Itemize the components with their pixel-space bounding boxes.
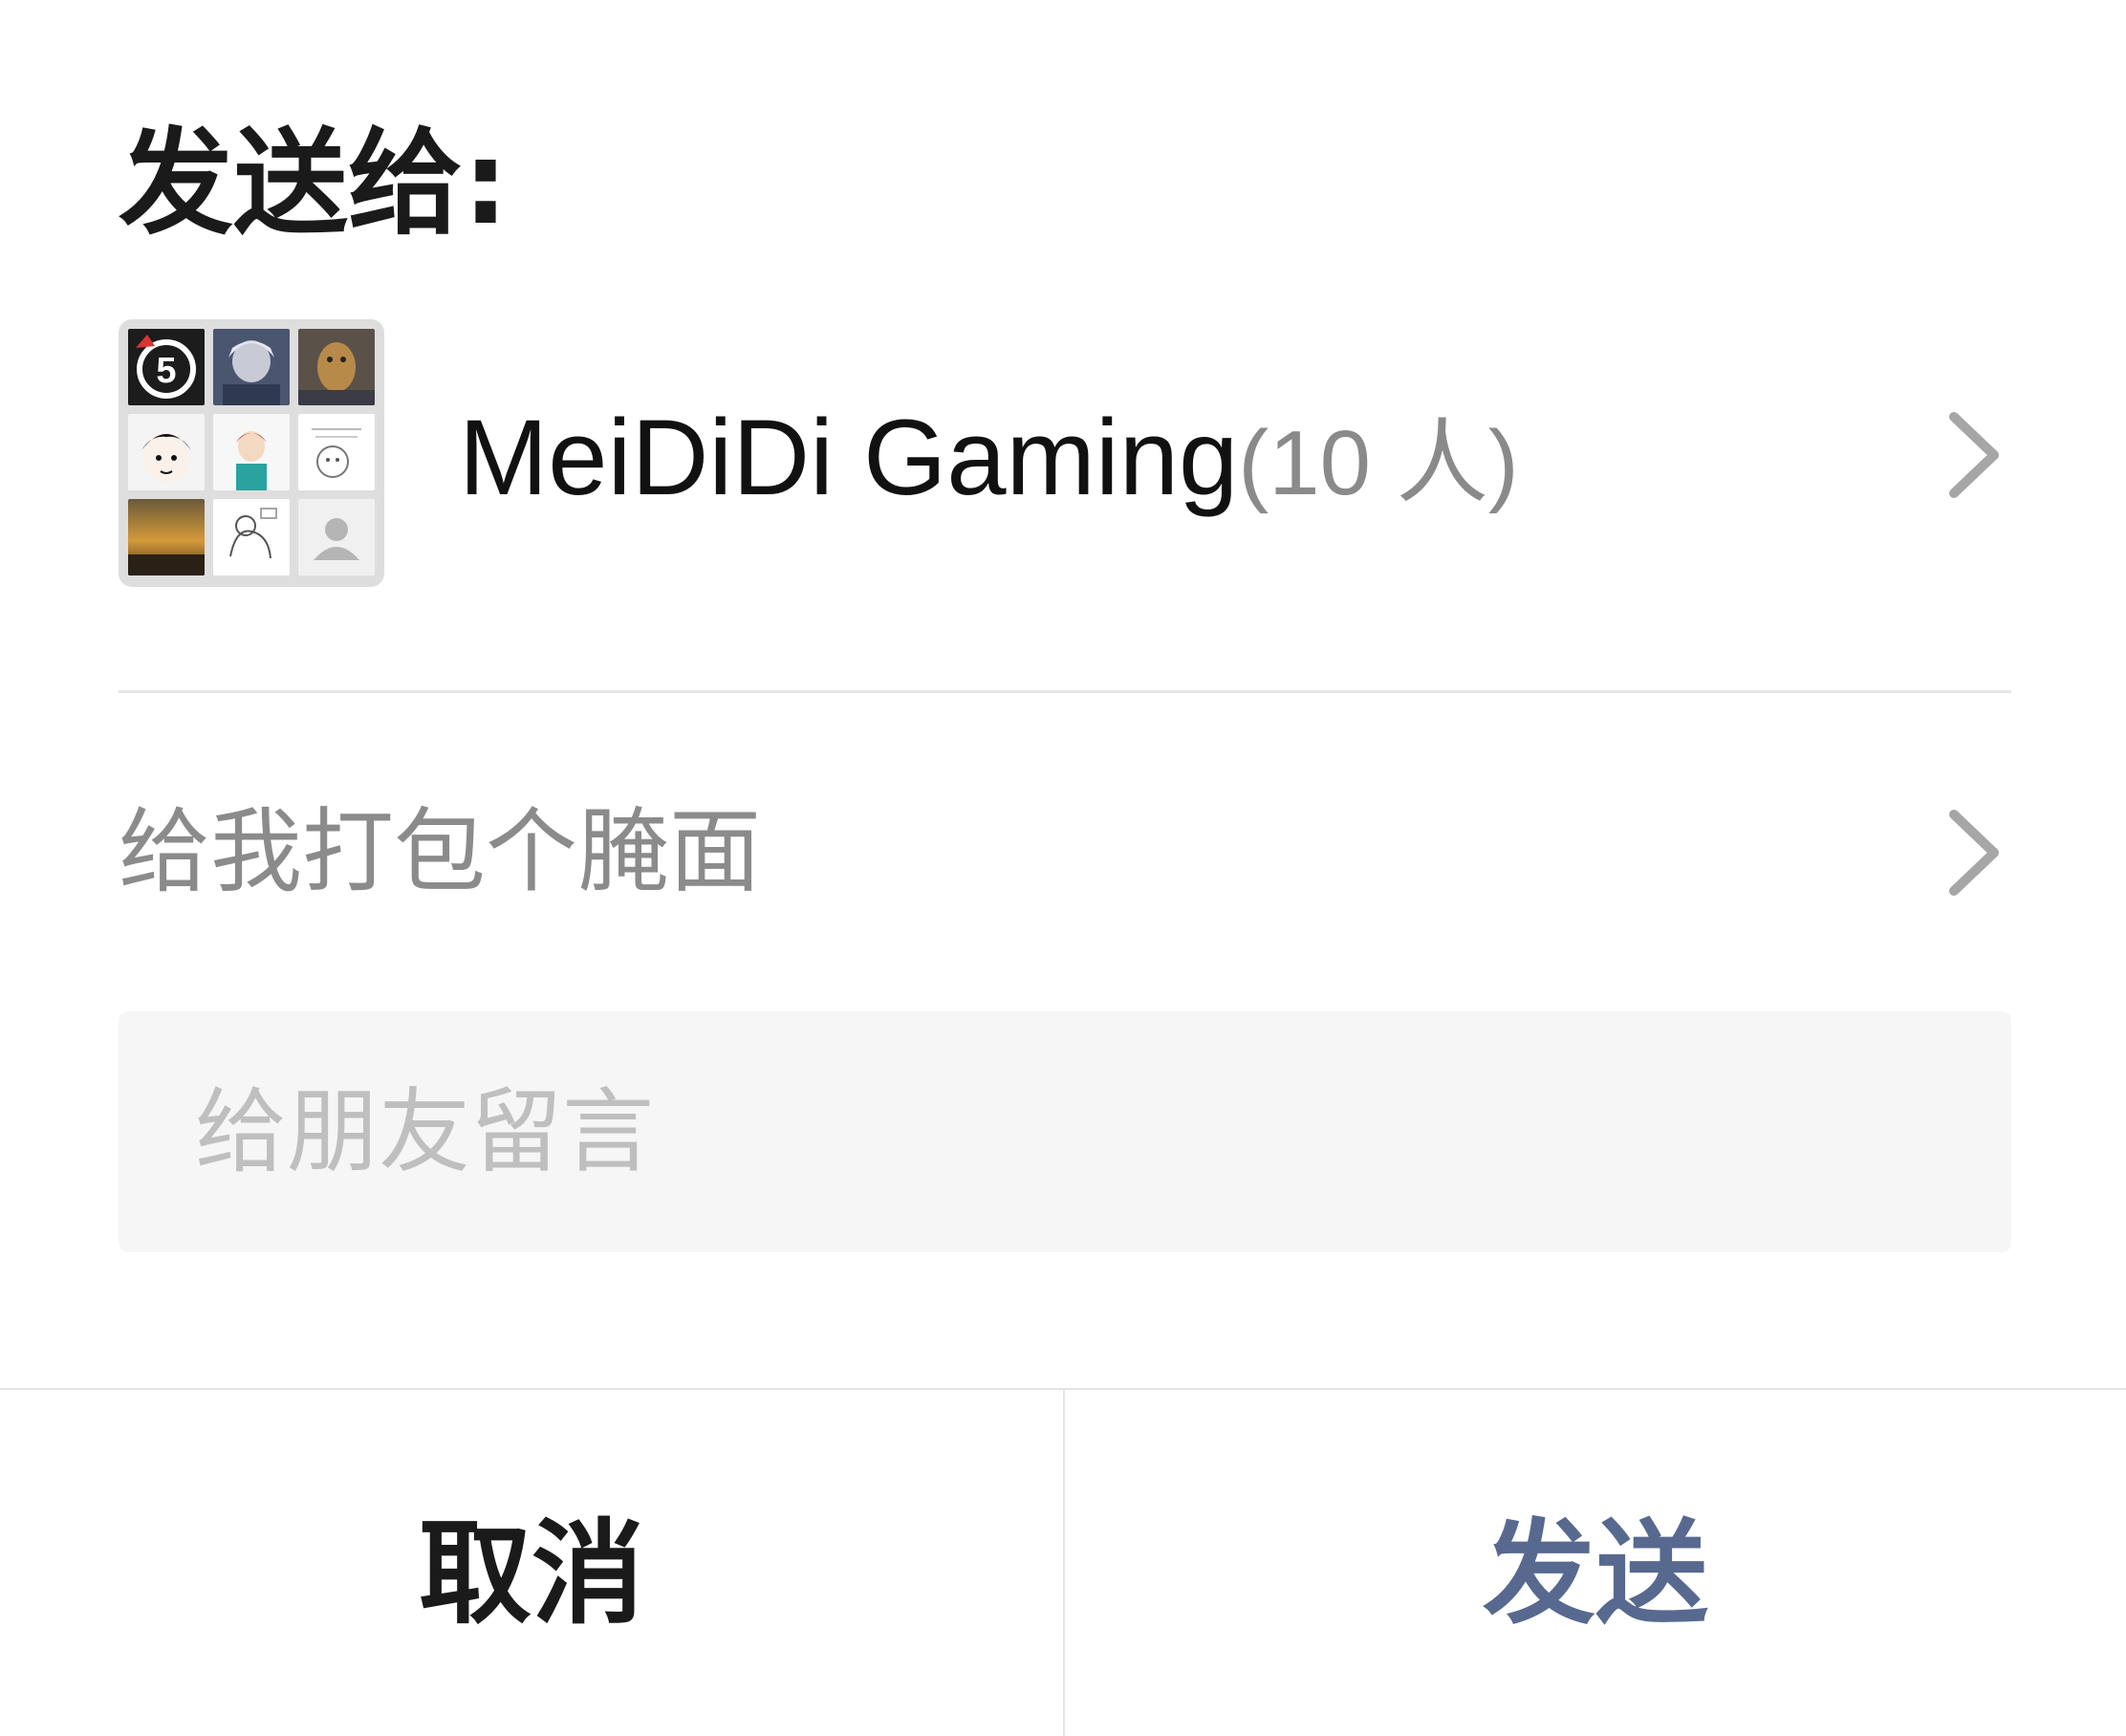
avatar-tile-cartoon-face xyxy=(128,414,205,490)
dialog-title: 发送给: xyxy=(119,118,509,250)
avatar-tile-anime-portrait xyxy=(213,329,290,405)
chevron-right-icon xyxy=(1944,407,2006,503)
recipient-row[interactable]: 5 MeiDiDi Gaming(10 人) xyxy=(119,319,2011,591)
avatar-tile-5-badge: 5 xyxy=(128,329,205,405)
group-name: MeiDiDi Gaming(10 人) xyxy=(459,396,1519,520)
shared-content-title: 给我打包个腌面 xyxy=(119,798,761,905)
chevron-right-icon xyxy=(1944,805,2006,901)
share-dialog: 发送给: 5 MeiDiDi Gaming(10 人) 给我打包个腌面 给朋友留… xyxy=(0,0,2126,1736)
default-avatar-icon xyxy=(298,499,375,575)
group-name-text: MeiDiDi Gaming xyxy=(459,398,1239,517)
message-input[interactable] xyxy=(119,1011,2011,1252)
divider xyxy=(119,690,2011,693)
avatar-tile-meme-sticker xyxy=(298,414,375,490)
avatar-tile-sunset-photo xyxy=(128,499,205,575)
group-avatar: 5 xyxy=(119,319,384,587)
shared-content-row[interactable]: 给我打包个腌面 xyxy=(119,790,2011,914)
svg-text:5: 5 xyxy=(156,351,176,391)
member-count: (10 人) xyxy=(1238,412,1519,514)
cancel-button[interactable]: 取消 xyxy=(0,1390,1063,1736)
avatar-tile-sketch-sticker xyxy=(213,499,290,575)
avatar-tile-dog-photo xyxy=(298,329,375,405)
send-button[interactable]: 发送 xyxy=(1065,1390,2126,1736)
avatar-tile-anime-boy xyxy=(213,414,290,490)
